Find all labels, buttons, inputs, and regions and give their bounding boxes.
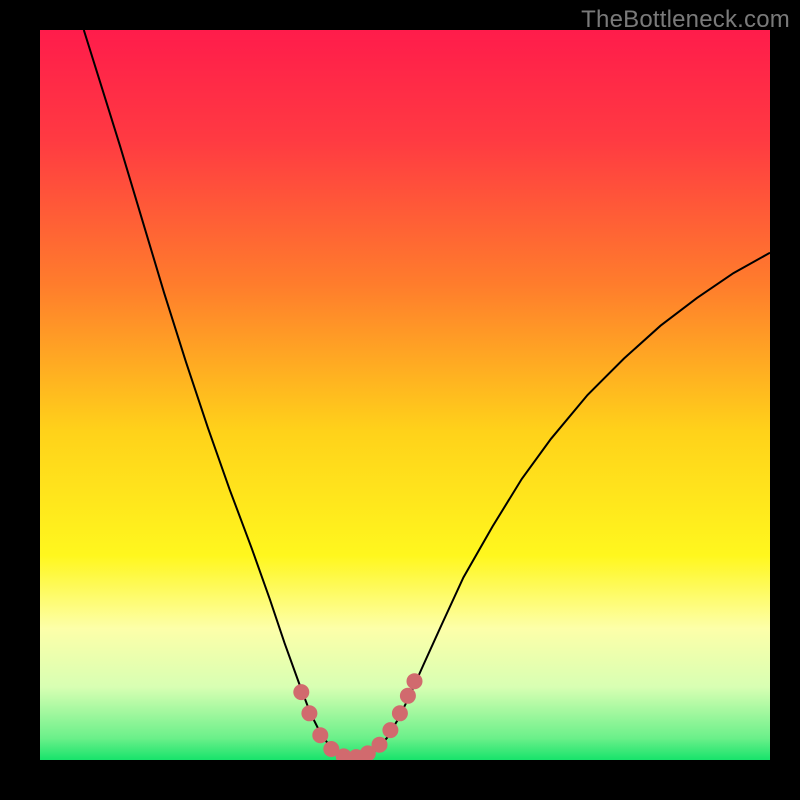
highlight-dot — [382, 722, 398, 738]
highlight-dot — [392, 705, 408, 721]
highlight-dot — [312, 727, 328, 743]
gradient-background — [40, 30, 770, 760]
plot-area — [40, 30, 770, 760]
highlight-dot — [400, 688, 416, 704]
highlight-dot — [407, 673, 423, 689]
highlight-dot — [293, 684, 309, 700]
chart-frame: TheBottleneck.com — [0, 0, 800, 800]
highlight-dot — [301, 705, 317, 721]
highlight-dot — [372, 737, 388, 753]
chart-svg — [40, 30, 770, 760]
